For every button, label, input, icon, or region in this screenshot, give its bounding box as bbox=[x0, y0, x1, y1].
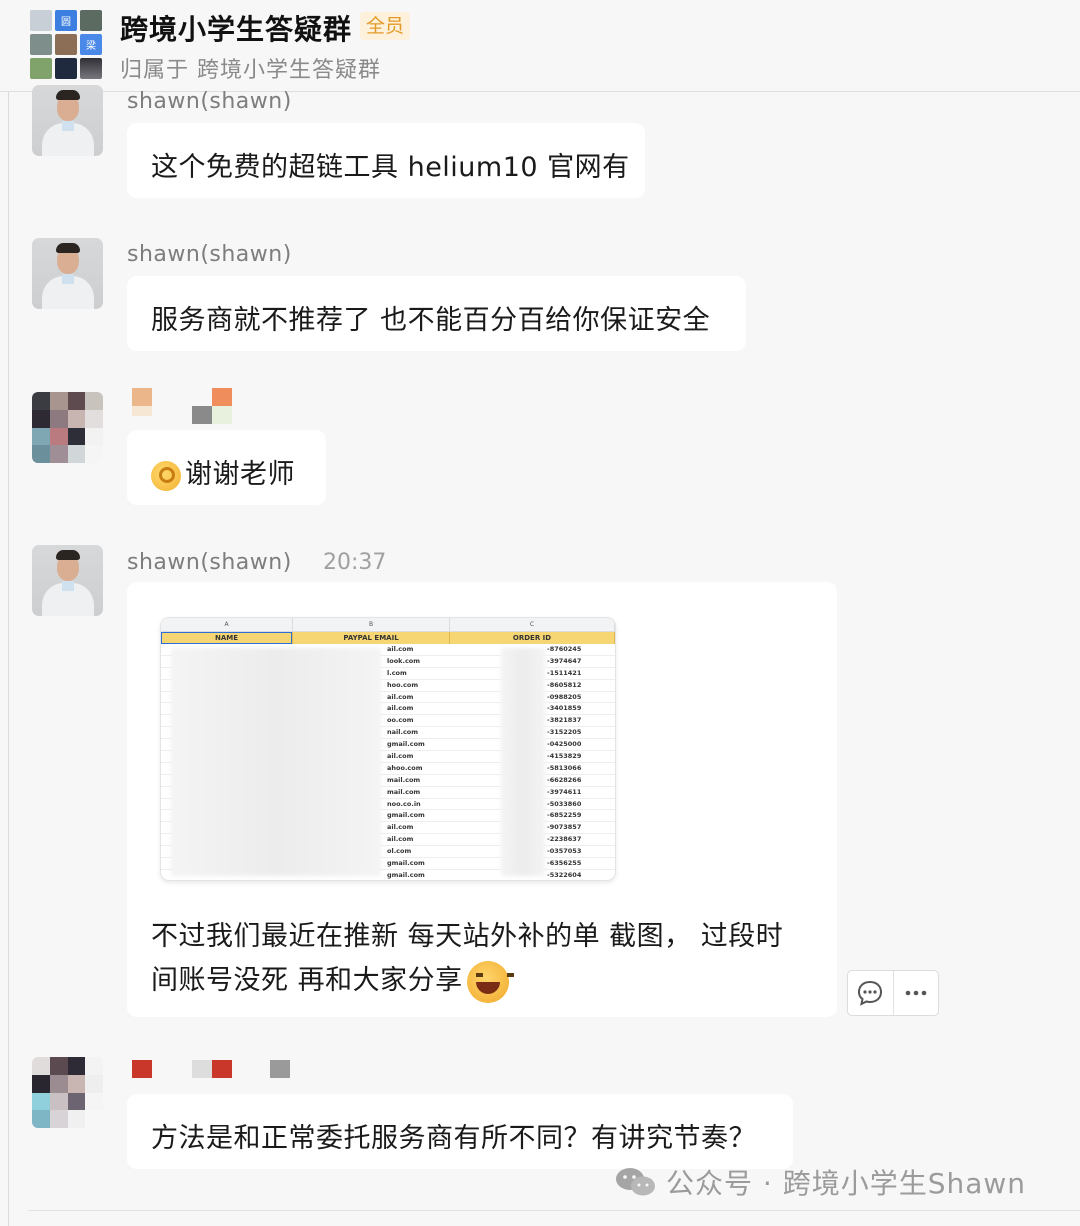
all-members-badge: 全员 bbox=[360, 12, 411, 40]
message-text: 服务商就不推荐了 也不能百分百给你保证安全 bbox=[151, 305, 711, 336]
message-text-line: 间账号没死 再和大家分享 bbox=[151, 965, 463, 996]
order-id-cell: -3974647 bbox=[547, 656, 582, 665]
avatar-pixelated[interactable] bbox=[32, 1057, 103, 1128]
left-divider bbox=[8, 0, 9, 1226]
group-title: 跨境小学生答疑群 bbox=[120, 13, 353, 46]
order-id-cell: -9073857 bbox=[547, 823, 582, 832]
email-cell: gmail.com bbox=[387, 870, 425, 879]
message-text: 这个免费的超链工具 helium10 官网有 bbox=[151, 152, 630, 183]
avatar-pixelated[interactable] bbox=[32, 392, 103, 463]
ok-hand-emoji bbox=[151, 460, 181, 491]
email-cell: mail.com bbox=[387, 787, 421, 796]
laughing-emoji bbox=[466, 960, 514, 1003]
order-id-cell: -5033860 bbox=[547, 799, 582, 808]
sender-name: shawn(shawn) bbox=[127, 550, 292, 575]
email-cell: oo.com bbox=[387, 716, 414, 725]
email-cell: ail.com bbox=[387, 752, 414, 761]
order-id-cell: -8605812 bbox=[547, 680, 582, 689]
order-id-cell: -6628266 bbox=[547, 775, 582, 784]
sender-name: shawn(shawn) bbox=[127, 242, 292, 267]
message-actions bbox=[847, 970, 939, 1016]
order-id-cell: -6852259 bbox=[547, 811, 582, 820]
email-cell: gmail.com bbox=[387, 859, 425, 868]
sender-name-pixelated bbox=[132, 386, 242, 426]
message-timestamp: 20:37 bbox=[323, 550, 387, 575]
avatar-shawn[interactable] bbox=[32, 85, 103, 156]
watermark-text: 公众号 · 跨境小学生Shawn bbox=[666, 1167, 1027, 1200]
order-id-cell: -4153829 bbox=[547, 752, 582, 761]
order-id-cell: -3821837 bbox=[547, 716, 582, 725]
email-cell: look.com bbox=[387, 656, 421, 665]
message-text: 方法是和正常委托服务商有所不同？有讲究节奏？ bbox=[151, 1123, 756, 1154]
redacted-area bbox=[171, 648, 381, 876]
more-button[interactable] bbox=[892, 971, 938, 1015]
bottom-divider bbox=[28, 1210, 1080, 1211]
redacted-area bbox=[501, 648, 545, 876]
email-cell: noo.co.in bbox=[387, 799, 421, 808]
order-id-cell: -6356255 bbox=[547, 859, 582, 868]
column-header-name: NAME bbox=[161, 632, 293, 644]
order-id-cell: -0425000 bbox=[547, 740, 582, 749]
order-id-cell: -5322604 bbox=[547, 870, 582, 879]
more-icon bbox=[905, 990, 927, 996]
comment-button[interactable] bbox=[848, 971, 893, 1015]
email-cell: ail.com bbox=[387, 704, 414, 713]
order-id-cell: -3401859 bbox=[547, 704, 582, 713]
email-cell: ol.com bbox=[387, 847, 412, 856]
order-id-cell: -0357053 bbox=[547, 847, 582, 856]
email-cell: mail.com bbox=[387, 775, 421, 784]
email-cell: ail.com bbox=[387, 645, 414, 653]
email-cell: nail.com bbox=[387, 728, 419, 737]
avatar-shawn[interactable] bbox=[32, 238, 103, 309]
message-text: 谢谢老师 bbox=[185, 459, 295, 490]
order-id-cell: -3974611 bbox=[547, 787, 582, 796]
email-cell: gmail.com bbox=[387, 811, 425, 820]
order-id-cell: -8760245 bbox=[547, 645, 582, 653]
order-id-cell: -3152205 bbox=[547, 728, 582, 737]
email-cell: hoo.com bbox=[387, 680, 419, 689]
avatar-shawn[interactable] bbox=[32, 545, 103, 616]
message-text-line: 不过我们最近在推新 每天站外补的单 截图， 过段时 bbox=[151, 921, 784, 952]
email-cell: ail.com bbox=[387, 835, 414, 844]
column-header-email: PAYPAL EMAIL bbox=[293, 632, 450, 644]
wechat-icon bbox=[616, 1168, 655, 1196]
message-bubble[interactable]: 谢谢老师 bbox=[127, 430, 326, 505]
group-subtitle: 归属于 跨境小学生答疑群 bbox=[120, 58, 381, 83]
comment-icon bbox=[858, 980, 883, 1006]
order-id-cell: -0988205 bbox=[547, 692, 582, 701]
spreadsheet-screenshot[interactable]: A B C NAME PAYPAL EMAIL ORDER ID ail.com… bbox=[161, 618, 615, 880]
email-cell: gmail.com bbox=[387, 740, 425, 749]
message-bubble[interactable]: 服务商就不推荐了 也不能百分百给你保证安全 bbox=[127, 276, 746, 351]
chat-header: 圆 梁 跨境小学生答疑群 全员 归属于 跨境小学生答疑群 bbox=[0, 0, 1080, 92]
sender-name: shawn(shawn) bbox=[127, 89, 292, 114]
message-bubble[interactable]: A B C NAME PAYPAL EMAIL ORDER ID ail.com… bbox=[127, 582, 837, 1017]
watermark: 公众号 · 跨境小学生Shawn bbox=[614, 1162, 1026, 1202]
email-cell: ahoo.com bbox=[387, 763, 423, 772]
sender-name-pixelated bbox=[132, 1058, 302, 1098]
order-id-cell: -1511421 bbox=[547, 668, 582, 677]
column-header-order: ORDER ID bbox=[450, 632, 615, 644]
email-cell: ail.com bbox=[387, 692, 414, 701]
email-cell: ail.com bbox=[387, 823, 414, 832]
email-cell: l.com bbox=[387, 668, 407, 677]
message-bubble[interactable]: 这个免费的超链工具 helium10 官网有 bbox=[127, 123, 645, 198]
group-avatar[interactable]: 圆 梁 bbox=[30, 10, 104, 80]
message-bubble[interactable]: 方法是和正常委托服务商有所不同？有讲究节奏？ bbox=[127, 1094, 793, 1169]
order-id-cell: -5813066 bbox=[547, 763, 582, 772]
order-id-cell: -2238637 bbox=[547, 835, 582, 844]
